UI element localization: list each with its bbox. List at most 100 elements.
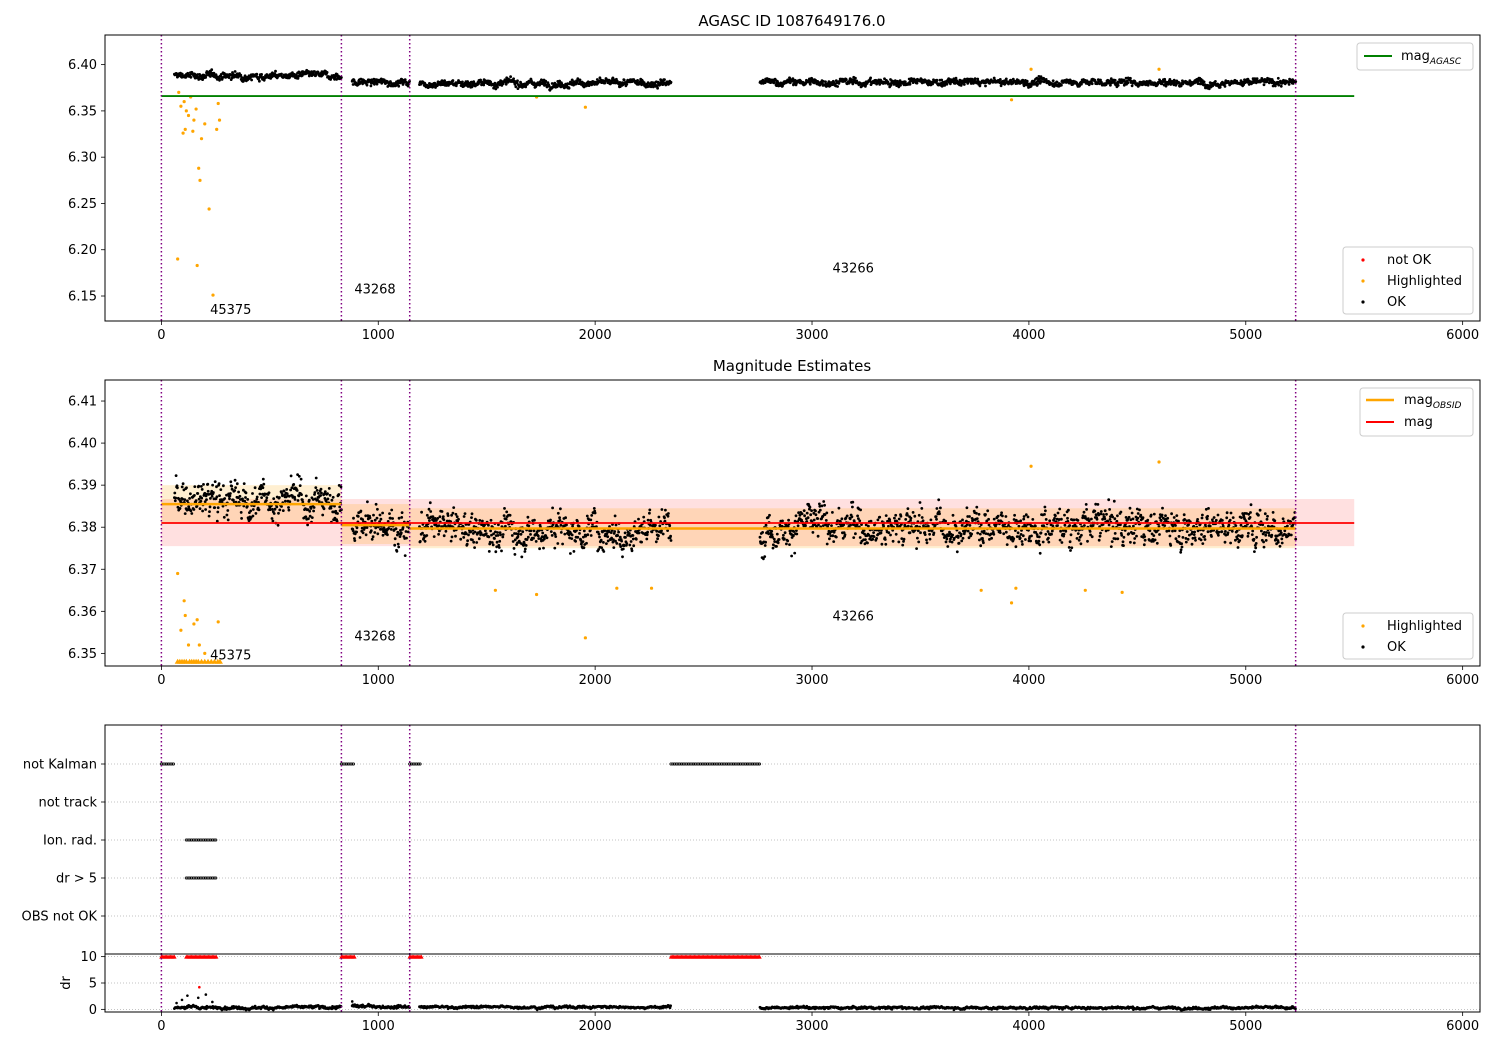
estimates-ok-point bbox=[897, 540, 901, 544]
agasc-ok-point bbox=[1129, 76, 1132, 80]
estimates-ok-point bbox=[658, 524, 662, 528]
agasc-obsid-label: 43268 bbox=[354, 283, 395, 298]
estimates-ok-point bbox=[1066, 516, 1069, 520]
estimates-ok-point bbox=[1192, 533, 1196, 536]
legend-not-ok-label: not OK bbox=[1387, 253, 1432, 268]
estimates-ok-point bbox=[945, 537, 949, 541]
agasc-ok-point bbox=[1109, 83, 1112, 87]
estimates-ok-point bbox=[197, 497, 201, 501]
estimates-ok-point bbox=[1143, 535, 1147, 538]
estimates-ok-point bbox=[1097, 538, 1101, 542]
estimates-ok-point bbox=[356, 515, 360, 518]
estimates-highlighted-point bbox=[197, 643, 201, 647]
estimates-ok-point bbox=[1201, 542, 1205, 545]
estimates-ok-point bbox=[425, 534, 429, 537]
estimates-ok-point bbox=[790, 554, 793, 558]
estimates-ok-point bbox=[559, 523, 563, 527]
estimates-ok-point bbox=[189, 492, 192, 496]
estimates-ok-point bbox=[951, 513, 955, 517]
estimates-ok-point bbox=[451, 511, 455, 515]
agasc-highlighted-point bbox=[183, 127, 187, 132]
estimates-ok-point bbox=[1103, 517, 1107, 521]
estimates-ok-point bbox=[625, 542, 629, 545]
estimates-ok-point bbox=[1174, 537, 1178, 541]
estimates-ok-point bbox=[251, 492, 254, 495]
agasc-highlighted-point bbox=[1029, 67, 1033, 71]
estimates-ok-point bbox=[1090, 535, 1094, 539]
estimates-ok-point bbox=[1254, 546, 1258, 550]
estimates-ok-point bbox=[174, 496, 178, 500]
estimates-ok-point bbox=[1207, 507, 1210, 510]
estimates-ok-point bbox=[1281, 517, 1285, 521]
estimates-ytick-label: 6.35 bbox=[68, 647, 97, 662]
estimates-ok-point bbox=[1174, 524, 1177, 527]
estimates-ok-point bbox=[1130, 511, 1134, 515]
estimates-ok-point bbox=[1083, 524, 1086, 527]
estimates-ok-point bbox=[628, 543, 632, 547]
estimates-ok-point bbox=[960, 539, 964, 543]
estimates-ok-point bbox=[569, 552, 572, 555]
estimates-ok-point bbox=[321, 513, 325, 517]
estimates-ok-point bbox=[510, 534, 514, 537]
estimates-ok-point bbox=[1053, 517, 1056, 520]
estimates-ok-point bbox=[558, 519, 562, 522]
estimates-ok-point bbox=[1127, 515, 1131, 519]
estimates-ok-point bbox=[614, 523, 618, 527]
estimates-ok-point bbox=[1135, 534, 1138, 538]
estimates-ok-point bbox=[1132, 524, 1135, 528]
legend-ok-label: OK bbox=[1387, 295, 1406, 310]
estimates-ok-point bbox=[1199, 538, 1203, 542]
estimates-ok-point bbox=[880, 542, 884, 546]
agasc-ok-point bbox=[984, 84, 987, 88]
estimates-ok-point bbox=[378, 513, 382, 517]
estimates-ok-point bbox=[1171, 529, 1174, 533]
estimates-ok-point bbox=[1173, 529, 1177, 533]
estimates-ok-point bbox=[959, 532, 963, 536]
estimates-ok-point bbox=[222, 484, 225, 488]
agasc-ytick-label: 6.20 bbox=[68, 243, 97, 258]
estimates-ok-point bbox=[244, 496, 247, 499]
estimates-ok-point bbox=[375, 516, 379, 520]
estimates-ok-point bbox=[556, 511, 560, 515]
estimates-ok-point bbox=[314, 476, 318, 480]
estimates-ok-point bbox=[1160, 513, 1164, 517]
agasc-ok-point bbox=[340, 76, 343, 79]
estimates-ok-point bbox=[271, 519, 275, 523]
estimates-ok-point bbox=[589, 518, 593, 522]
estimates-ok-point bbox=[454, 534, 457, 538]
estimates-ok-point bbox=[1039, 531, 1043, 535]
estimates-ok-point bbox=[1276, 540, 1280, 544]
estimates-ok-point bbox=[459, 537, 463, 541]
agasc-ok-point bbox=[233, 70, 237, 73]
estimates-ok-point bbox=[503, 507, 506, 510]
estimates-ok-point bbox=[1037, 535, 1041, 539]
estimates-ok-point bbox=[1280, 541, 1284, 545]
estimates-ok-point bbox=[585, 541, 588, 545]
estimates-ok-point bbox=[1260, 529, 1263, 533]
estimates-ok-point bbox=[174, 474, 178, 477]
estimates-ok-point bbox=[1217, 530, 1221, 534]
estimates-ok-point bbox=[216, 506, 220, 510]
agasc-highlighted-point bbox=[216, 101, 220, 106]
estimates-ok-point bbox=[265, 496, 269, 500]
estimates-ok-point bbox=[818, 508, 822, 512]
agasc-ok-point bbox=[397, 84, 401, 88]
estimates-ok-point bbox=[919, 531, 922, 535]
agasc-highlighted-point bbox=[179, 104, 183, 108]
estimates-ok-point bbox=[866, 541, 869, 545]
estimates-ok-point bbox=[631, 534, 635, 537]
estimates-ok-point bbox=[1280, 537, 1284, 541]
estimates-ok-point bbox=[589, 534, 593, 537]
estimates-highlighted-point bbox=[192, 622, 196, 626]
estimates-ok-point bbox=[431, 515, 435, 518]
estimates-ok-point bbox=[1289, 533, 1293, 537]
estimates-ok-point bbox=[792, 530, 796, 533]
estimates-ok-point bbox=[229, 492, 232, 495]
estimates-ok-point bbox=[372, 513, 375, 517]
estimates-ok-point bbox=[312, 506, 316, 509]
estimates-ok-point bbox=[933, 524, 937, 527]
estimates-ok-point bbox=[996, 514, 1000, 518]
estimates-ok-point bbox=[1252, 537, 1256, 541]
estimates-ok-point bbox=[1175, 514, 1179, 517]
agasc-highlighted-point bbox=[198, 178, 202, 182]
